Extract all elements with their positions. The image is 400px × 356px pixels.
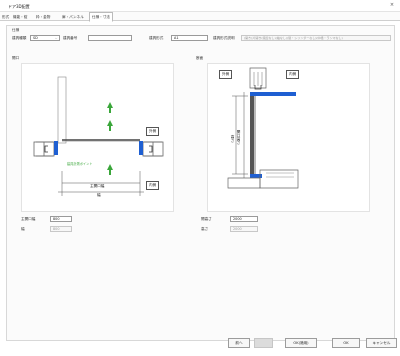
tab-door-panel[interactable]: 扉・パンネル bbox=[60, 13, 86, 21]
nominal-width-field-label: 主開口幅 bbox=[21, 217, 36, 221]
plan-inside-label: 内側 bbox=[146, 181, 160, 190]
height-label: 高さ bbox=[231, 135, 235, 143]
width-field-label: 幅 bbox=[21, 227, 25, 231]
door-face bbox=[254, 96, 256, 176]
ok-button[interactable]: OK bbox=[332, 338, 360, 348]
floor-inside bbox=[259, 169, 299, 189]
number-label: 建具番号 bbox=[63, 36, 78, 40]
section-section-title: 断面 bbox=[196, 56, 204, 60]
frame-right bbox=[139, 141, 143, 155]
nominal-width-label: 主開口幅 bbox=[90, 184, 105, 188]
form-input[interactable]: A1 bbox=[171, 35, 208, 41]
wall-top-hatch bbox=[253, 72, 263, 86]
section-outside-label: 外側 bbox=[219, 70, 233, 79]
opening-height-field-label: 開高さ bbox=[201, 217, 212, 221]
frame-left-glyph bbox=[44, 145, 48, 153]
tab-frame-hardware[interactable]: 枠・金物 bbox=[34, 13, 52, 21]
title-bar bbox=[0, 0, 400, 12]
close-icon[interactable]: × bbox=[387, 2, 397, 10]
number-input[interactable] bbox=[88, 35, 132, 41]
arrow-icon bbox=[107, 120, 113, 131]
opening-height-label: 開口高さ bbox=[237, 130, 241, 145]
wall-right-hatch bbox=[144, 141, 162, 157]
wall-left-hatch bbox=[36, 141, 53, 157]
prev-button[interactable]: 前へ bbox=[228, 338, 250, 348]
floor-outside bbox=[227, 177, 261, 189]
tab-form[interactable]: 形式 bbox=[0, 13, 11, 21]
type-value: SD bbox=[33, 36, 38, 40]
tab-function-lock[interactable]: 機能・錠 bbox=[11, 13, 29, 21]
plan-diagram-svg bbox=[33, 76, 164, 196]
spec-section-title: 仕様 bbox=[12, 28, 20, 32]
arrow-icon bbox=[107, 102, 113, 113]
section-inside-label: 内側 bbox=[286, 70, 300, 79]
next-button bbox=[254, 338, 273, 348]
arrow-icon bbox=[107, 164, 113, 175]
window-title: ドア3D配置 bbox=[8, 4, 30, 9]
head-frame bbox=[250, 92, 296, 96]
opening-height-input[interactable]: 2000 bbox=[230, 216, 258, 222]
cancel-button[interactable]: キャンセル bbox=[366, 338, 397, 348]
height-field-label: 高さ bbox=[201, 227, 209, 231]
desc-field: (開き)片開き(親扉なし)(袖なし)(鍵・シリンダーなし)(中桟・ランマなし) bbox=[241, 35, 391, 41]
form-label: 建具形式 bbox=[149, 36, 164, 40]
door-section bbox=[250, 96, 254, 176]
plan-outside-label: 外側 bbox=[146, 127, 160, 136]
apply-button[interactable]: OK(適用) bbox=[285, 338, 317, 348]
desc-label: 建具形式説明 bbox=[213, 36, 235, 40]
measure-point-label: 建具計測ポイント bbox=[67, 162, 93, 166]
frame-right-glyph bbox=[149, 145, 153, 153]
height-input: 2000 bbox=[230, 226, 258, 232]
plan-section-title: 開口 bbox=[12, 56, 20, 60]
width-input: 800 bbox=[50, 226, 72, 232]
chevron-down-icon[interactable]: ⌵ bbox=[55, 36, 57, 40]
frame-left bbox=[54, 141, 58, 155]
nominal-width-input[interactable]: 800 bbox=[50, 216, 72, 222]
type-label: 建具種類 bbox=[12, 36, 27, 40]
tab-spec-dimensions[interactable]: 仕様・寸法 bbox=[89, 12, 113, 22]
open-leaf bbox=[57, 76, 67, 144]
floor-hatch bbox=[266, 172, 294, 178]
width-label: 幅 bbox=[97, 193, 101, 197]
